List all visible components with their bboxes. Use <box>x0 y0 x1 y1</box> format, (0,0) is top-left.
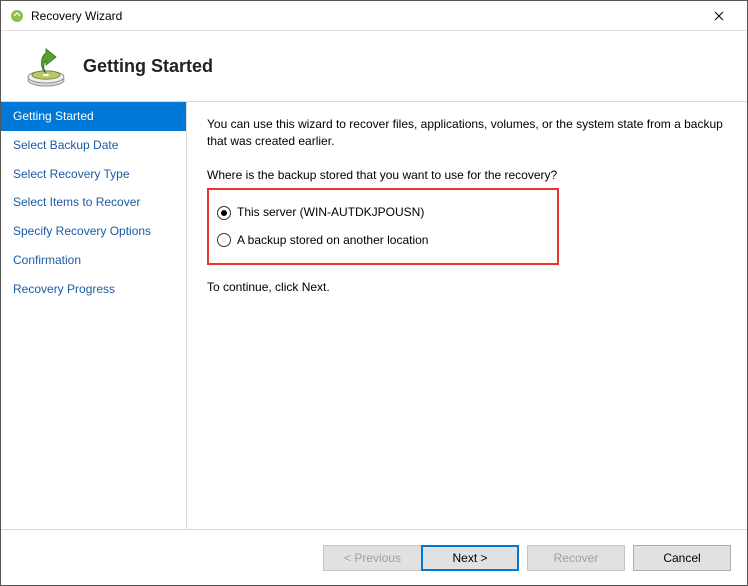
step-select-recovery-type[interactable]: Select Recovery Type <box>1 160 186 189</box>
footer-buttons: < Previous Next > Recover Cancel <box>1 529 747 585</box>
radio-icon <box>217 206 231 220</box>
step-specify-options[interactable]: Specify Recovery Options <box>1 217 186 246</box>
app-icon <box>9 8 25 24</box>
radio-this-server-label: This server (WIN-AUTDKJPOUSN) <box>237 204 424 221</box>
radio-icon <box>217 233 231 247</box>
recover-button[interactable]: Recover <box>527 545 625 571</box>
continue-text: To continue, click Next. <box>207 279 727 296</box>
recovery-disk-icon <box>23 43 69 89</box>
page-heading: Getting Started <box>83 56 213 77</box>
cancel-button[interactable]: Cancel <box>633 545 731 571</box>
radio-another-location[interactable]: A backup stored on another location <box>217 232 549 249</box>
recovery-wizard-window: Recovery Wizard Getting Started Getting … <box>0 0 748 586</box>
close-icon <box>714 11 724 21</box>
radio-another-location-label: A backup stored on another location <box>237 232 428 249</box>
step-confirmation[interactable]: Confirmation <box>1 246 186 275</box>
step-select-items[interactable]: Select Items to Recover <box>1 188 186 217</box>
close-button[interactable] <box>697 2 741 30</box>
question-text: Where is the backup stored that you want… <box>207 167 727 184</box>
sidebar-steps: Getting Started Select Backup Date Selec… <box>1 102 187 529</box>
header-band: Getting Started <box>1 31 747 101</box>
main-content: You can use this wizard to recover files… <box>187 102 747 529</box>
titlebar: Recovery Wizard <box>1 1 747 31</box>
prev-next-group: < Previous Next > <box>323 545 519 571</box>
radio-this-server[interactable]: This server (WIN-AUTDKJPOUSN) <box>217 204 549 221</box>
step-getting-started[interactable]: Getting Started <box>1 102 186 131</box>
previous-button[interactable]: < Previous <box>323 545 421 571</box>
backup-location-group: This server (WIN-AUTDKJPOUSN) A backup s… <box>207 188 559 265</box>
step-recovery-progress[interactable]: Recovery Progress <box>1 275 186 304</box>
body: Getting Started Select Backup Date Selec… <box>1 101 747 529</box>
next-button[interactable]: Next > <box>421 545 519 571</box>
step-select-backup-date[interactable]: Select Backup Date <box>1 131 186 160</box>
intro-text: You can use this wizard to recover files… <box>207 116 727 151</box>
window-title: Recovery Wizard <box>31 9 697 23</box>
